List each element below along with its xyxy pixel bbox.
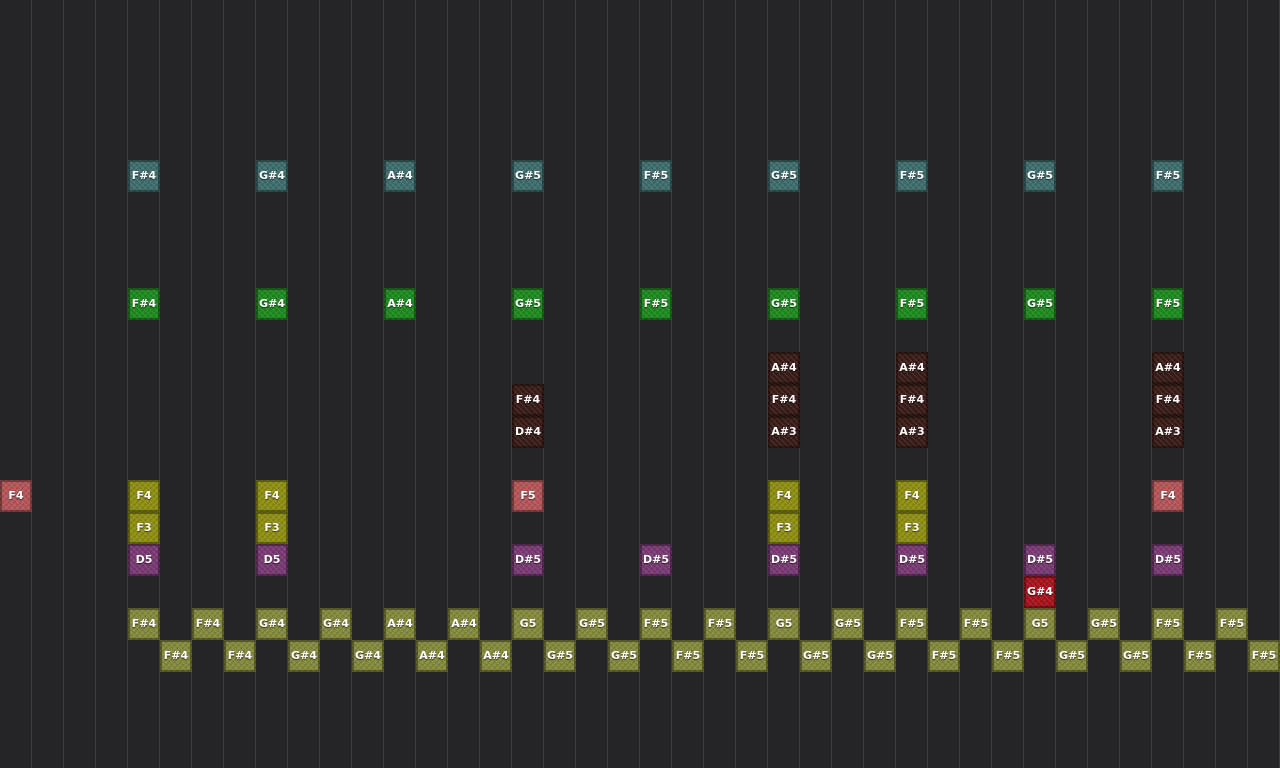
note-block[interactable]: G#5 <box>768 288 800 320</box>
note-block[interactable]: F4 <box>896 480 928 512</box>
note-block[interactable]: F#5 <box>1216 608 1248 640</box>
piano-roll-grid[interactable]: F#4 G#4 A#4 G#5 F#5 G#5 F#5 G#5 F#5 F#4 G#4 A#4 G#5 F… <box>0 0 1280 768</box>
note-block[interactable]: F#5 <box>896 160 928 192</box>
note-block[interactable]: F#5 <box>896 608 928 640</box>
note-block[interactable]: G5 <box>512 608 544 640</box>
note-block[interactable]: G5 <box>1024 608 1056 640</box>
note-block[interactable]: F#4 <box>768 384 800 416</box>
note-block[interactable]: A#3 <box>896 416 928 448</box>
note-block[interactable]: G#5 <box>512 288 544 320</box>
note-block[interactable]: F#5 <box>928 640 960 672</box>
note-block[interactable]: A#3 <box>768 416 800 448</box>
note-block[interactable]: G#5 <box>800 640 832 672</box>
note-block[interactable]: G#5 <box>1088 608 1120 640</box>
note-block[interactable]: A#4 <box>768 352 800 384</box>
note-block[interactable]: G#5 <box>864 640 896 672</box>
note-block[interactable]: G#5 <box>832 608 864 640</box>
note-block[interactable]: G#4 <box>352 640 384 672</box>
note-block[interactable]: F#5 <box>1152 608 1184 640</box>
note-block[interactable]: D#5 <box>1024 544 1056 576</box>
note-block[interactable]: F#5 <box>1184 640 1216 672</box>
note-block[interactable]: G#5 <box>512 160 544 192</box>
note-block[interactable]: G#4 <box>320 608 352 640</box>
note-block[interactable]: D#5 <box>1152 544 1184 576</box>
note-block[interactable]: G#5 <box>1056 640 1088 672</box>
note-block[interactable]: F#5 <box>704 608 736 640</box>
note-block[interactable]: F#5 <box>896 288 928 320</box>
note-block[interactable]: F#5 <box>1248 640 1280 672</box>
note-block[interactable]: F#5 <box>1152 288 1184 320</box>
note-block[interactable]: D#5 <box>512 544 544 576</box>
note-block[interactable]: F4 <box>0 480 32 512</box>
note-block[interactable]: F3 <box>256 512 288 544</box>
note-block[interactable]: D#5 <box>640 544 672 576</box>
note-block[interactable]: F3 <box>896 512 928 544</box>
note-block[interactable]: A#4 <box>384 160 416 192</box>
note-block[interactable]: G#5 <box>544 640 576 672</box>
note-block[interactable]: F4 <box>128 480 160 512</box>
note-block[interactable]: F#4 <box>128 608 160 640</box>
note-block[interactable]: A#4 <box>1152 352 1184 384</box>
note-block[interactable]: F#5 <box>640 288 672 320</box>
note-block[interactable]: G#4 <box>288 640 320 672</box>
note-block[interactable]: F#4 <box>224 640 256 672</box>
note-block[interactable]: G#5 <box>1120 640 1152 672</box>
note-block[interactable]: F#5 <box>960 608 992 640</box>
note-block[interactable]: G#5 <box>768 160 800 192</box>
note-block[interactable]: F#4 <box>128 160 160 192</box>
note-block[interactable]: F#5 <box>640 160 672 192</box>
note-block[interactable]: F#4 <box>128 288 160 320</box>
note-block[interactable]: A#4 <box>480 640 512 672</box>
note-block[interactable]: F#5 <box>672 640 704 672</box>
note-block[interactable]: A#4 <box>384 608 416 640</box>
note-block[interactable]: A#4 <box>416 640 448 672</box>
note-block[interactable]: A#4 <box>896 352 928 384</box>
note-block[interactable]: D5 <box>128 544 160 576</box>
note-block[interactable]: G#4 <box>256 608 288 640</box>
note-block[interactable]: F#4 <box>896 384 928 416</box>
note-block[interactable]: F#4 <box>1152 384 1184 416</box>
note-block[interactable]: G#4 <box>256 288 288 320</box>
note-block[interactable]: F4 <box>768 480 800 512</box>
note-block[interactable]: F5 <box>512 480 544 512</box>
note-block[interactable]: D#5 <box>896 544 928 576</box>
note-block[interactable]: F#5 <box>1152 160 1184 192</box>
note-block[interactable]: G#5 <box>576 608 608 640</box>
note-block[interactable]: A#3 <box>1152 416 1184 448</box>
note-block[interactable]: G#4 <box>1024 576 1056 608</box>
note-block[interactable]: G#4 <box>256 160 288 192</box>
note-block[interactable]: F#5 <box>640 608 672 640</box>
note-block[interactable]: F#5 <box>736 640 768 672</box>
note-block[interactable]: F3 <box>768 512 800 544</box>
note-block[interactable]: F#4 <box>160 640 192 672</box>
note-block[interactable]: F#4 <box>192 608 224 640</box>
note-block[interactable]: F3 <box>128 512 160 544</box>
note-block[interactable]: G#5 <box>1024 160 1056 192</box>
note-block[interactable]: G#5 <box>1024 288 1056 320</box>
note-block[interactable]: D#4 <box>512 416 544 448</box>
note-block[interactable]: F#5 <box>992 640 1024 672</box>
note-block[interactable]: F4 <box>256 480 288 512</box>
note-block[interactable]: A#4 <box>448 608 480 640</box>
note-block[interactable]: D#5 <box>768 544 800 576</box>
note-block[interactable]: F#4 <box>512 384 544 416</box>
note-block[interactable]: A#4 <box>384 288 416 320</box>
note-block[interactable]: D5 <box>256 544 288 576</box>
note-block[interactable]: G5 <box>768 608 800 640</box>
note-block[interactable]: F4 <box>1152 480 1184 512</box>
note-block[interactable]: G#5 <box>608 640 640 672</box>
